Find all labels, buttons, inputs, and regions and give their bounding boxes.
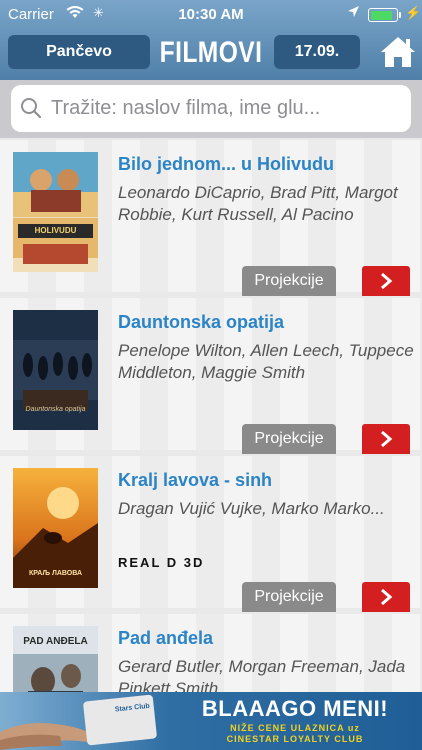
movie-cast: Leonardo DiCaprio, Brad Pitt, Margot Rob… — [118, 183, 398, 224]
banner-headline: BLAAAGO MENI! — [201, 696, 389, 721]
search-input[interactable] — [11, 85, 411, 132]
search-icon — [21, 98, 42, 119]
movie-list-item[interactable]: HOLIVUDU Bilo jednom... u Holivudu Leona… — [0, 140, 422, 296]
movie-details-button[interactable] — [362, 582, 410, 612]
poster-title: PAD ANĐELA — [23, 636, 88, 647]
battery-tip — [399, 12, 401, 18]
showtimes-button[interactable]: Projekcije — [242, 582, 336, 612]
card-label: Stars Club — [114, 702, 151, 714]
banner-subtext: CINESTAR LOYALTY CLUB — [226, 734, 364, 744]
movie-details-button[interactable] — [362, 266, 410, 296]
battery-level — [370, 10, 393, 20]
chevron-right-icon — [381, 272, 393, 290]
movie-title[interactable]: Dauntonska opatija — [118, 312, 284, 333]
loyalty-card-image: Stars Club — [82, 694, 158, 746]
poster-title: Dauntonska opatija — [25, 406, 86, 413]
banner-subtext: NIŽE CENE ULAZNICA uz — [230, 723, 360, 733]
movie-details-button[interactable] — [362, 424, 410, 454]
showtimes-button[interactable]: Projekcije — [242, 266, 336, 296]
date-select-button[interactable]: 17.09. — [274, 35, 360, 69]
movie-poster[interactable]: Dauntonska opatija — [13, 310, 98, 430]
movie-cast: Dragan Vujić Vujke, Marko Marko... — [118, 499, 385, 518]
status-bar: Carrier ✳ 10:30 AM ⚡ — [0, 0, 422, 30]
chevron-right-icon — [381, 588, 393, 606]
movie-list-item[interactable]: КРАЉ ЛАВОВА Kralj lavova - sinh Dragan V… — [0, 456, 422, 612]
chevron-right-icon — [381, 430, 393, 448]
home-button[interactable] — [378, 34, 418, 70]
city-select-button[interactable]: Pančevo — [8, 35, 150, 69]
movie-title[interactable]: Pad anđela — [118, 628, 213, 649]
app-title: FILMOVI — [159, 36, 263, 69]
movie-title[interactable]: Kralj lavova - sinh — [118, 470, 272, 491]
movie-poster[interactable]: HOLIVUDU — [13, 152, 98, 272]
home-icon — [381, 37, 415, 67]
poster-title: HOLIVUDU — [34, 226, 77, 235]
movie-cast: Penelope Wilton, Allen Leech, Tuppece Mi… — [118, 341, 414, 382]
movie-title[interactable]: Bilo jednom... u Holivudu — [118, 154, 334, 175]
realD-3d-badge: REAL D 3D — [118, 555, 205, 570]
movie-list-item[interactable]: Dauntonska opatija Dauntonska opatija Pe… — [0, 298, 422, 454]
movie-poster[interactable]: КРАЉ ЛАВОВА — [13, 468, 98, 588]
showtimes-button[interactable]: Projekcije — [242, 424, 336, 454]
battery-icon — [368, 8, 398, 22]
charging-bolt-icon: ⚡ — [405, 5, 422, 20]
location-arrow-icon — [347, 5, 360, 21]
poster-title: КРАЉ ЛАВОВА — [28, 570, 83, 577]
promo-banner[interactable]: Stars Club BLAAAGO MENI! NIŽE CENE ULAZN… — [0, 692, 422, 750]
app-header: Carrier ✳ 10:30 AM ⚡ Pančevo FILMOVI 17.… — [0, 0, 422, 80]
